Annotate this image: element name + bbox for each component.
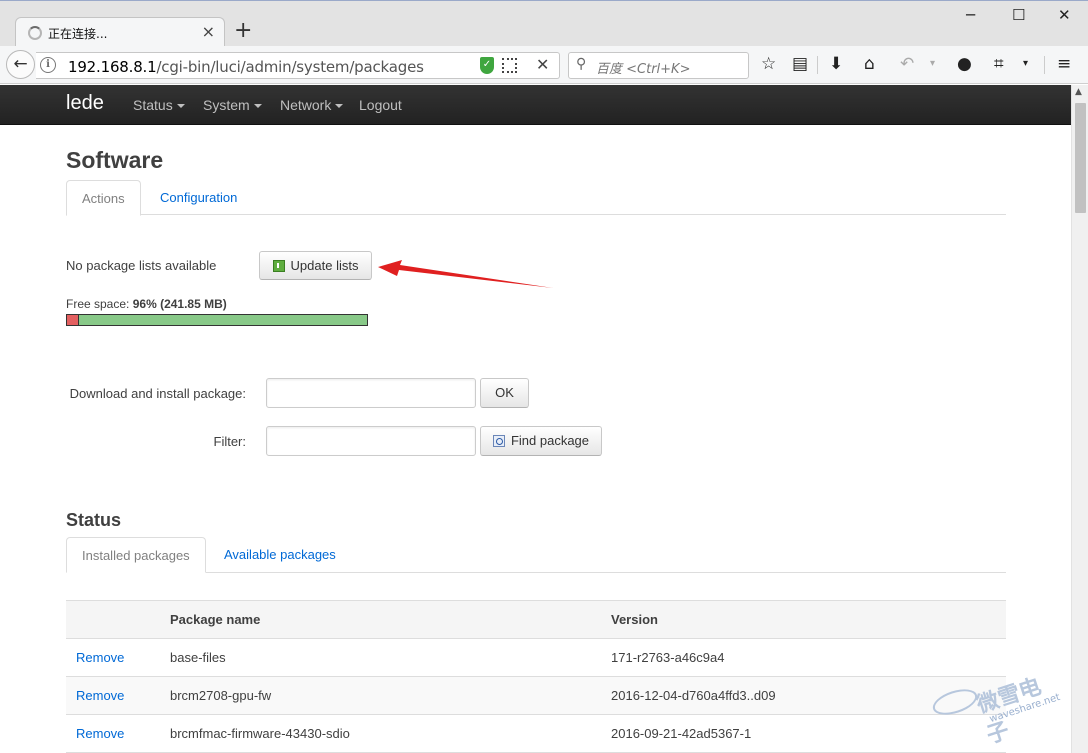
filter-input[interactable] <box>266 426 476 456</box>
url-path: /cgi-bin/luci/admin/system/packages <box>156 58 424 76</box>
update-icon <box>272 260 285 272</box>
toolbar-separator <box>817 56 818 74</box>
tab-title: 正在连接... <box>48 27 108 41</box>
url-host: 192.168.8.1 <box>68 58 157 76</box>
browser-tab-bar: 正在连接... × + ─ ☐ ✕ <box>0 0 1088 48</box>
used-space-fill <box>67 315 79 325</box>
home-icon[interactable]: ⌂ <box>864 53 875 75</box>
download-icon[interactable]: ⬇ <box>829 53 843 75</box>
download-label: Download and install package: <box>69 386 246 401</box>
column-header-version: Version <box>601 600 1006 639</box>
new-tab-button[interactable]: + <box>234 20 252 42</box>
download-package-input[interactable] <box>266 378 476 408</box>
maximize-button[interactable]: ☐ <box>1012 6 1025 24</box>
chevron-down-icon <box>335 104 344 109</box>
crop-dropdown-icon[interactable]: ▾ <box>1023 53 1028 75</box>
undo-icon[interactable]: ↶ <box>900 53 914 75</box>
stop-loading-icon[interactable]: ✕ <box>536 55 549 74</box>
package-name: brcm2708-gpu-fw <box>160 676 601 715</box>
tab-configuration[interactable]: Configuration <box>145 180 252 215</box>
search-icon: ⚲ <box>576 56 587 72</box>
browser-tab[interactable]: 正在连接... × <box>15 17 225 48</box>
free-space-value: 96% (241.85 MB) <box>132 297 227 311</box>
package-name: base-files <box>160 638 601 677</box>
nav-system-label: System <box>203 97 250 113</box>
update-lists-button[interactable]: Update lists <box>259 251 372 280</box>
nav-logout[interactable]: Logout <box>359 97 402 113</box>
free-space-text: Free space: 96% (241.85 MB) <box>66 297 227 311</box>
column-header-action <box>66 600 160 639</box>
page-scrollbar[interactable]: ▲ <box>1071 85 1088 753</box>
nav-status-label: Status <box>133 97 173 113</box>
status-tabs: Installed packages Available packages <box>66 537 1006 573</box>
column-header-name: Package name <box>160 600 601 639</box>
packages-table: Package name Version Remove base-files 1… <box>66 600 1006 753</box>
toolbar-separator <box>1044 56 1045 74</box>
ok-button[interactable]: OK <box>480 378 529 408</box>
find-package-label: Find package <box>510 433 590 448</box>
shield-icon[interactable]: ✓ <box>480 57 494 74</box>
remove-link[interactable]: Remove <box>66 714 160 753</box>
nav-system[interactable]: System <box>203 97 262 113</box>
watermark: 微雪电子 waveshare.net <box>929 665 1062 749</box>
loading-spinner-icon <box>28 26 42 40</box>
tab-installed-packages[interactable]: Installed packages <box>66 537 206 573</box>
table-row: Remove brcmfmac-firmware-43430-sdio 2016… <box>66 714 1006 753</box>
page-title: Software <box>66 147 164 173</box>
update-lists-label: Update lists <box>290 258 359 273</box>
table-row: Remove brcm2708-gpu-fw 2016-12-04-d760a4… <box>66 676 1006 715</box>
page-viewport: lede Status System Network Logout Softwa… <box>0 85 1071 753</box>
top-navbar: lede Status System Network Logout <box>0 85 1071 125</box>
url-text[interactable]: 192.168.8.1/cgi-bin/luci/admin/system/pa… <box>68 58 424 76</box>
minimize-button[interactable]: ─ <box>966 6 975 24</box>
chat-icon[interactable]: ● <box>957 53 972 75</box>
filter-label: Filter: <box>213 434 247 449</box>
free-space-fill <box>79 315 367 325</box>
no-lists-text: No package lists available <box>66 258 217 273</box>
free-space-label: Free space: <box>66 297 130 311</box>
qr-code-icon[interactable] <box>502 58 517 73</box>
close-window-button[interactable]: ✕ <box>1058 6 1071 24</box>
package-name: brcmfmac-firmware-43430-sdio <box>160 714 601 753</box>
address-bar[interactable]: i 192.168.8.1/cgi-bin/luci/admin/system/… <box>36 52 560 79</box>
chevron-down-icon <box>176 104 185 109</box>
back-button[interactable]: ← <box>6 50 35 79</box>
brand-logo[interactable]: lede <box>66 92 104 115</box>
software-tabs: Actions Configuration <box>66 180 1006 216</box>
menu-icon[interactable]: ≡ <box>1057 53 1071 75</box>
tab-close-icon[interactable]: × <box>202 22 215 41</box>
nav-status[interactable]: Status <box>133 97 185 113</box>
search-placeholder: 百度 <Ctrl+K> <box>596 62 691 77</box>
star-icon[interactable]: ☆ <box>761 53 776 75</box>
find-icon <box>492 435 505 447</box>
scroll-thumb[interactable] <box>1075 103 1086 213</box>
table-header-row: Package name Version <box>66 600 1006 639</box>
find-package-button[interactable]: Find package <box>480 426 602 456</box>
scroll-up-icon[interactable]: ▲ <box>1075 87 1082 97</box>
remove-link[interactable]: Remove <box>66 676 160 715</box>
free-space-bar <box>66 314 368 326</box>
reading-list-icon[interactable]: ▤ <box>792 53 808 75</box>
browser-toolbar: ← i 192.168.8.1/cgi-bin/luci/admin/syste… <box>0 46 1088 84</box>
search-bar[interactable]: ⚲ 百度 <Ctrl+K> <box>568 52 749 79</box>
annotation-arrow <box>378 260 553 288</box>
crop-icon[interactable]: ⌗ <box>994 53 1004 75</box>
chevron-down-icon <box>253 104 262 109</box>
nav-network[interactable]: Network <box>280 97 344 113</box>
site-info-icon[interactable]: i <box>40 57 56 73</box>
tab-actions[interactable]: Actions <box>66 180 141 216</box>
status-heading: Status <box>66 510 122 530</box>
undo-dropdown-icon[interactable]: ▾ <box>930 53 935 75</box>
nav-network-label: Network <box>280 97 332 113</box>
remove-link[interactable]: Remove <box>66 638 160 677</box>
tab-available-packages[interactable]: Available packages <box>209 537 351 572</box>
table-row: Remove base-files 171-r2763-a46c9a4 <box>66 638 1006 677</box>
